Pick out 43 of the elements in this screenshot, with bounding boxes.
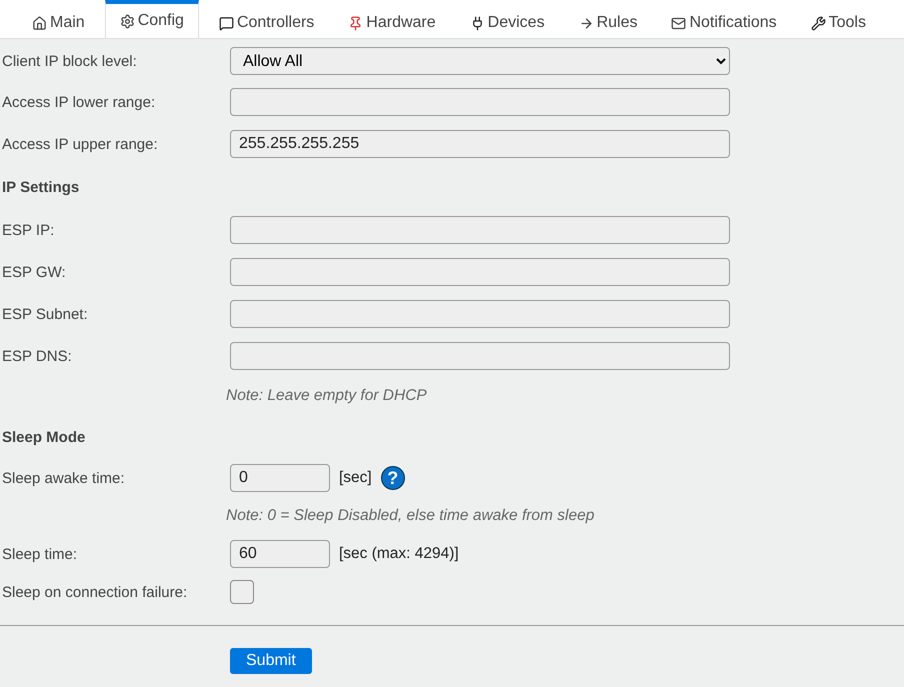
input-field[interactable] [230,300,730,328]
arrow-icon [578,16,594,30]
house-icon [32,16,47,30]
section-heading: IP Settings [1,178,80,196]
field-label: ESP GW: [1,264,67,280]
input-field[interactable] [230,258,730,286]
input-field[interactable]: 0 [230,464,330,492]
input-field[interactable] [230,88,730,116]
envelope-icon [671,16,686,30]
tab[interactable]: Tools [796,8,880,38]
field-label: Access IP lower range: [1,94,156,110]
input-field[interactable] [230,342,730,370]
chat-icon [218,16,234,30]
field-label: Sleep on connection failure: [1,584,188,600]
tab[interactable]: Rules [564,8,652,38]
checkbox[interactable] [230,580,254,604]
tab[interactable]: Controllers [204,8,328,38]
field-label: Sleep time: [1,546,78,562]
help-button[interactable]: ? [380,466,405,490]
input-field[interactable] [230,216,730,244]
field-label: Access IP upper range: [1,136,159,152]
field-label: Sleep awake time: [1,470,126,486]
note-text: Note: 0 = Sleep Disabled, else time awake from sleep [226,507,594,525]
field-label: ESP DNS: [1,348,73,364]
tab[interactable]: Devices [456,8,559,38]
input-field[interactable]: 60 [230,540,330,568]
tab[interactable]: Hardware [334,8,450,38]
select-field[interactable]: Allow All [230,47,730,75]
field-label: ESP Subnet: [1,306,89,322]
note-text: Note: Leave empty for DHCP [226,387,427,405]
field-label: Client IP block level: [1,52,138,70]
wrench-icon [810,16,826,30]
submit-button[interactable]: Submit [230,648,312,674]
unit-label: [sec] [339,469,372,487]
field-label: ESP IP: [1,222,56,238]
pin-icon [348,16,364,30]
gear-icon [120,14,135,28]
section-heading: Sleep Mode [1,428,86,446]
tab[interactable]: Main [18,8,99,38]
tab[interactable]: Notifications [657,8,791,38]
unit-label: [sec (max: 4294)] [339,545,459,563]
input-field[interactable]: 255.255.255.255 [230,130,730,158]
tab[interactable]: Config [104,0,199,38]
